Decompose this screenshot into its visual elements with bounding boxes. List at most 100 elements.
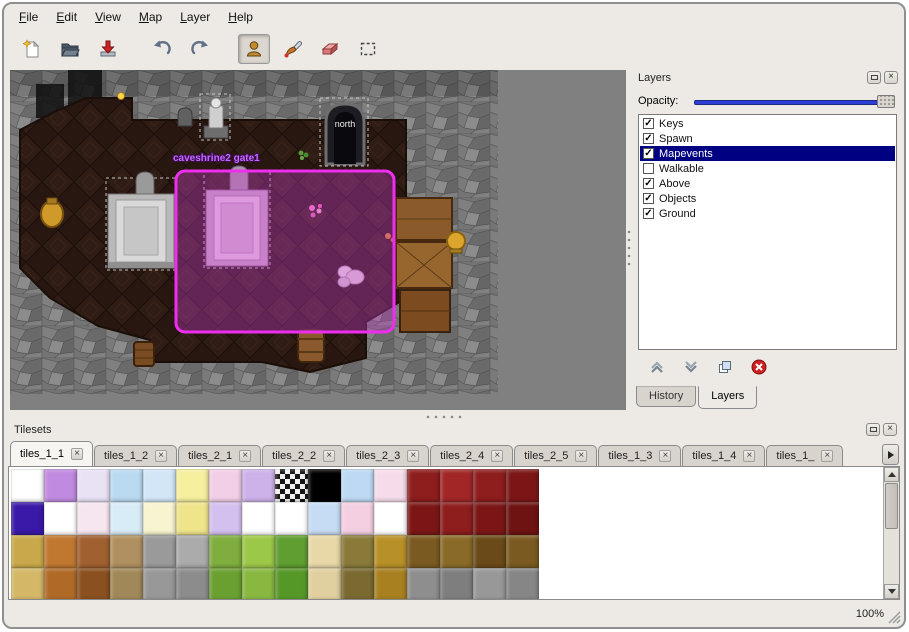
tileset-tab-tiles_1_[interactable]: tiles_1_× — [766, 445, 843, 466]
tile[interactable] — [110, 568, 143, 600]
tile[interactable] — [308, 568, 341, 600]
tile[interactable] — [77, 535, 110, 568]
new-button[interactable] — [16, 34, 48, 64]
tileset-tab-tiles_2_3[interactable]: tiles_2_3× — [346, 445, 429, 466]
tile[interactable] — [506, 535, 539, 568]
layer-checkbox[interactable]: ✓ — [643, 118, 654, 129]
tab-layers[interactable]: Layers — [698, 386, 757, 409]
tile[interactable] — [374, 469, 407, 502]
tile[interactable] — [242, 469, 275, 502]
opacity-slider-groove[interactable] — [694, 100, 895, 105]
menu-edit[interactable]: Edit — [47, 6, 86, 28]
tile[interactable] — [176, 568, 209, 600]
tile[interactable] — [176, 469, 209, 502]
tile[interactable] — [374, 568, 407, 600]
tile[interactable] — [341, 469, 374, 502]
close-panel-icon[interactable]: × — [883, 423, 897, 436]
stamp-tool-button[interactable] — [238, 34, 270, 64]
rect-select-tool-button[interactable] — [352, 34, 384, 64]
tile[interactable] — [308, 502, 341, 535]
tile[interactable] — [143, 535, 176, 568]
layer-checkbox[interactable]: ✓ — [643, 178, 654, 189]
tile[interactable] — [308, 535, 341, 568]
close-tab-icon[interactable]: × — [743, 450, 755, 462]
tile[interactable] — [209, 535, 242, 568]
map-canvas[interactable]: north caveshrine2 gate1 — [10, 70, 626, 410]
tileset-tab-tiles_2_5[interactable]: tiles_2_5× — [514, 445, 597, 466]
tileset-vscrollbar[interactable] — [883, 467, 899, 599]
tile[interactable] — [209, 568, 242, 600]
open-button[interactable] — [54, 34, 86, 64]
close-tab-icon[interactable]: × — [575, 450, 587, 462]
menu-file[interactable]: File — [10, 6, 47, 28]
tile[interactable] — [275, 469, 308, 502]
layer-row-ground[interactable]: ✓Ground — [640, 206, 895, 221]
scrollbar-thumb[interactable] — [885, 483, 898, 529]
float-panel-icon[interactable] — [866, 423, 880, 436]
layer-row-keys[interactable]: ✓Keys — [640, 116, 895, 131]
layer-checkbox[interactable]: ✓ — [643, 193, 654, 204]
tile[interactable] — [143, 469, 176, 502]
save-button[interactable] — [92, 34, 124, 64]
tileset-tab-tiles_1_1[interactable]: tiles_1_1× — [10, 441, 93, 466]
close-tab-icon[interactable]: × — [659, 450, 671, 462]
tile[interactable] — [275, 568, 308, 600]
scroll-down-button[interactable] — [884, 584, 899, 599]
redo-button[interactable] — [184, 34, 216, 64]
close-tab-icon[interactable]: × — [155, 450, 167, 462]
layer-checkbox[interactable]: ✓ — [643, 208, 654, 219]
layer-checkbox[interactable]: ✓ — [643, 133, 654, 144]
tile[interactable] — [341, 568, 374, 600]
close-tab-icon[interactable]: × — [821, 450, 833, 462]
tile[interactable] — [110, 469, 143, 502]
tile[interactable] — [209, 502, 242, 535]
layer-row-spawn[interactable]: ✓Spawn — [640, 131, 895, 146]
close-tab-icon[interactable]: × — [323, 450, 335, 462]
close-tab-icon[interactable]: × — [407, 450, 419, 462]
tile[interactable] — [440, 502, 473, 535]
tile[interactable] — [242, 535, 275, 568]
tile[interactable] — [341, 502, 374, 535]
tileset-tab-tiles_1_4[interactable]: tiles_1_4× — [682, 445, 765, 466]
brush-tool-button[interactable] — [276, 34, 308, 64]
tileset-tab-tiles_2_1[interactable]: tiles_2_1× — [178, 445, 261, 466]
tile[interactable] — [275, 502, 308, 535]
tileset-tab-tiles_2_4[interactable]: tiles_2_4× — [430, 445, 513, 466]
tileset-tab-tiles_1_2[interactable]: tiles_1_2× — [94, 445, 177, 466]
tile[interactable] — [506, 469, 539, 502]
tile[interactable] — [77, 568, 110, 600]
tile[interactable] — [11, 568, 44, 600]
opacity-slider[interactable] — [694, 95, 895, 109]
undo-button[interactable] — [146, 34, 178, 64]
tile[interactable] — [110, 535, 143, 568]
opacity-slider-handle[interactable] — [877, 95, 895, 108]
tileset-tab-tiles_1_3[interactable]: tiles_1_3× — [598, 445, 681, 466]
tile[interactable] — [473, 502, 506, 535]
tile[interactable] — [77, 502, 110, 535]
layer-row-mapevents[interactable]: ✓Mapevents — [640, 146, 895, 161]
tile[interactable] — [242, 568, 275, 600]
tile[interactable] — [143, 502, 176, 535]
layer-row-walkable[interactable]: Walkable — [640, 161, 895, 176]
tile[interactable] — [44, 469, 77, 502]
scroll-up-button[interactable] — [884, 467, 899, 482]
horizontal-splitter[interactable] — [8, 413, 900, 421]
float-panel-icon[interactable] — [867, 71, 881, 84]
tile[interactable] — [143, 568, 176, 600]
tile[interactable] — [407, 535, 440, 568]
tile[interactable] — [506, 568, 539, 600]
close-panel-icon[interactable]: × — [884, 71, 898, 84]
tile[interactable] — [44, 535, 77, 568]
tile[interactable] — [110, 502, 143, 535]
tile[interactable] — [308, 469, 341, 502]
menu-map[interactable]: Map — [130, 6, 171, 28]
tile[interactable] — [11, 535, 44, 568]
tile[interactable] — [506, 502, 539, 535]
tile[interactable] — [473, 535, 506, 568]
tile[interactable] — [374, 502, 407, 535]
tile[interactable] — [374, 535, 407, 568]
layer-row-objects[interactable]: ✓Objects — [640, 191, 895, 206]
menu-help[interactable]: Help — [219, 6, 262, 28]
tile[interactable] — [176, 535, 209, 568]
menu-view[interactable]: View — [86, 6, 130, 28]
